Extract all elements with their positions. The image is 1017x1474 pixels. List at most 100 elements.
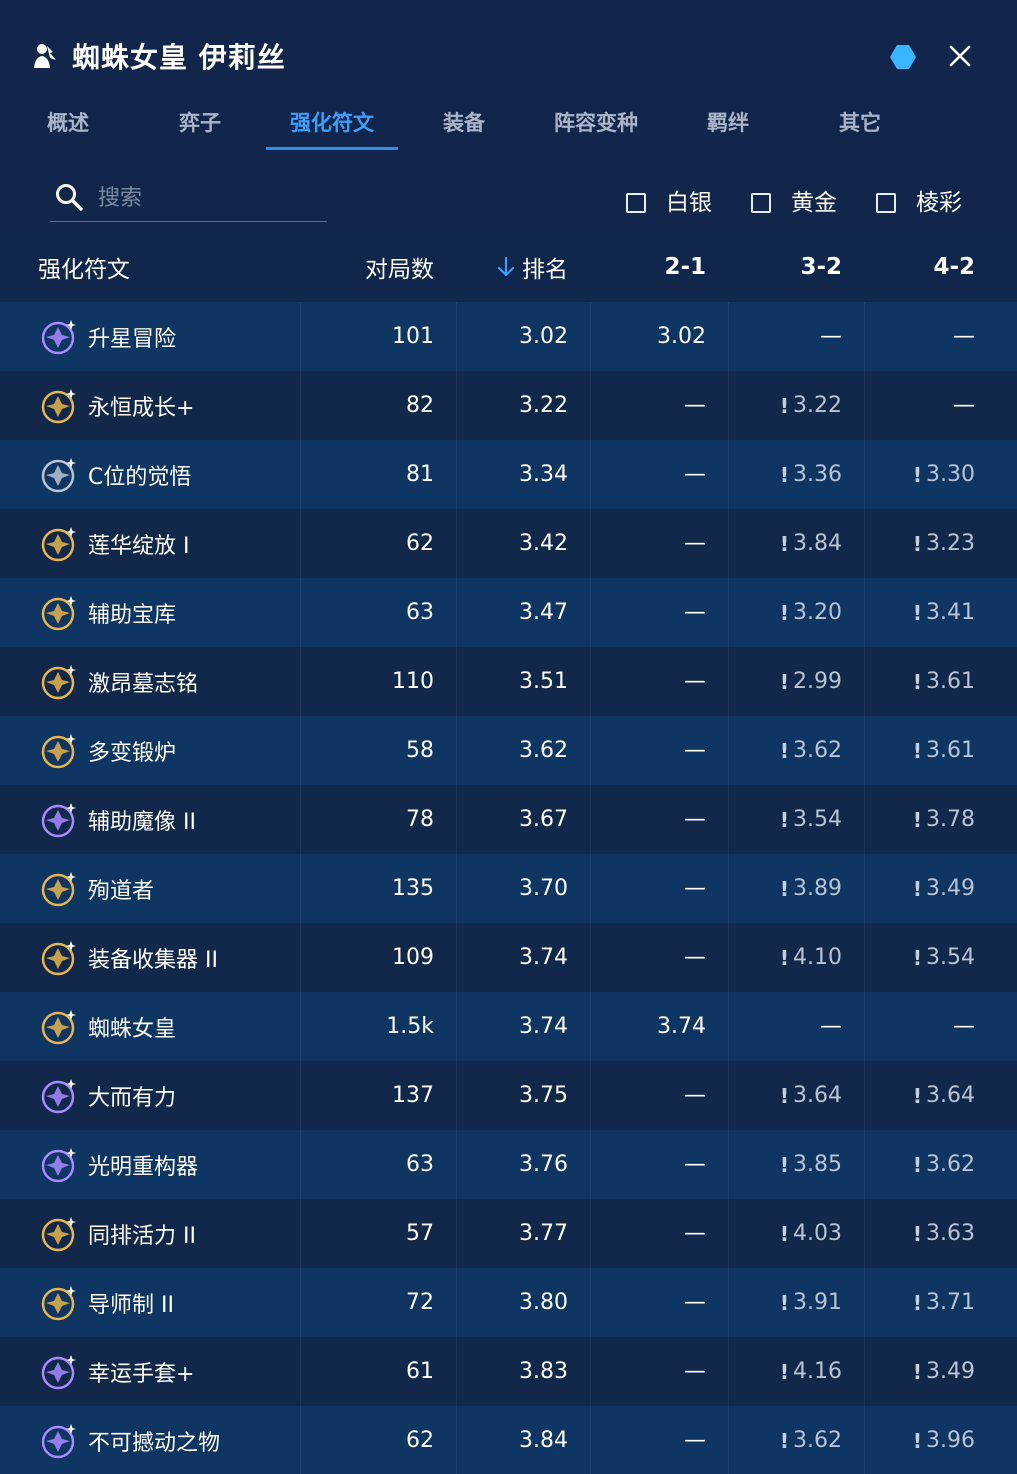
rank-cell: 3.47 xyxy=(456,578,590,647)
close-icon[interactable] xyxy=(946,42,974,70)
stage-3-2-cell-value: — xyxy=(820,1014,842,1039)
header-augment[interactable]: 强化符文 xyxy=(0,232,300,302)
table-row[interactable]: 幸运手套+ 61 3.83—! 4.16! 3.49 xyxy=(0,1337,1017,1406)
tab-units[interactable]: 弈子 xyxy=(134,100,266,150)
column-divider xyxy=(300,1061,301,1130)
filter-prismatic[interactable]: 棱彩 xyxy=(876,186,976,218)
table-row[interactable]: 殉道者 135 3.70—! 3.89! 3.49 xyxy=(0,854,1017,923)
table-row[interactable]: 莲华绽放 I 62 3.42—! 3.84! 3.23 xyxy=(0,509,1017,578)
games-cell-value: 137 xyxy=(392,1083,434,1108)
column-divider xyxy=(590,578,591,647)
column-divider xyxy=(590,440,591,509)
low-sample-warning-icon: ! xyxy=(912,738,923,763)
low-sample-warning-icon: ! xyxy=(779,738,790,763)
tab-comp-variants[interactable]: 阵容变种 xyxy=(530,100,662,150)
table-row[interactable]: 不可撼动之物 62 3.84—! 3.62! 3.96 xyxy=(0,1406,1017,1474)
augment-cell: 殉道者 xyxy=(0,854,300,923)
column-divider xyxy=(456,1199,457,1268)
stage-4-2-cell-value: 3.64 xyxy=(926,1083,975,1108)
column-divider xyxy=(728,440,729,509)
stage-2-1-cell-value: — xyxy=(684,1428,706,1453)
stage-2-1-cell: — xyxy=(590,785,728,854)
support-golem-icon xyxy=(41,802,76,837)
column-divider xyxy=(864,1268,865,1337)
table-row[interactable]: C位的觉悟 81 3.34—! 3.36! 3.30 xyxy=(0,440,1017,509)
column-divider xyxy=(728,716,729,785)
table-row[interactable]: 大而有力 137 3.75—! 3.64! 3.64 xyxy=(0,1061,1017,1130)
column-divider xyxy=(456,509,457,578)
rank-cell-value: 3.47 xyxy=(519,600,568,625)
table-row[interactable]: 永恒成长+ 82 3.22—! 3.22— xyxy=(0,371,1017,440)
low-sample-warning-icon: ! xyxy=(779,807,790,832)
games-cell: 62 xyxy=(300,1406,456,1474)
stage-2-1-cell: — xyxy=(590,1130,728,1199)
table-row[interactable]: 同排活力 II 57 3.77—! 4.03! 3.63 xyxy=(0,1199,1017,1268)
stage-4-2-cell-value: — xyxy=(953,393,975,418)
table-row[interactable]: 导师制 II 72 3.80—! 3.91! 3.71 xyxy=(0,1268,1017,1337)
tab-traits[interactable]: 羁绊 xyxy=(662,100,794,150)
rank-cell-value: 3.62 xyxy=(519,738,568,763)
header-rank[interactable]: 排名 xyxy=(456,232,590,302)
table-row[interactable]: 辅助魔像 II 78 3.67—! 3.54! 3.78 xyxy=(0,785,1017,854)
silver-checkbox[interactable] xyxy=(626,193,646,213)
stage-4-2-cell-value: 3.61 xyxy=(926,738,975,763)
tab-augments[interactable]: 强化符文 xyxy=(266,100,398,150)
panel-header: 蜘蛛女皇 伊莉丝 xyxy=(0,0,1017,100)
table-row[interactable]: 蜘蛛女皇 1.5k 3.74 3.74 — — xyxy=(0,992,1017,1061)
column-divider xyxy=(456,1268,457,1337)
column-divider xyxy=(728,302,729,371)
column-divider xyxy=(456,1130,457,1199)
column-divider xyxy=(728,1268,729,1337)
table-row[interactable]: 辅助宝库 63 3.47—! 3.20! 3.41 xyxy=(0,578,1017,647)
search-bar xyxy=(50,174,327,222)
header-stage-3-2[interactable]: 3-2 xyxy=(728,232,864,302)
stage-2-1-cell: — xyxy=(590,440,728,509)
rank-cell: 3.62 xyxy=(456,716,590,785)
low-sample-warning-icon: ! xyxy=(779,1152,790,1177)
table-row[interactable]: 装备收集器 II 109 3.74—! 4.10! 3.54 xyxy=(0,923,1017,992)
search-input[interactable] xyxy=(98,178,318,218)
games-cell: 57 xyxy=(300,1199,456,1268)
header-stage-2-1[interactable]: 2-1 xyxy=(590,232,728,302)
stage-3-2-cell: — xyxy=(728,302,864,371)
stage-4-2-cell: ! 3.61 xyxy=(864,716,1017,785)
table-row[interactable]: 升星冒险 101 3.02 3.02 — — xyxy=(0,302,1017,371)
augment-name: 幸运手套+ xyxy=(88,1361,195,1387)
prismatic-checkbox[interactable] xyxy=(876,193,896,213)
games-cell: 58 xyxy=(300,716,456,785)
augment-name: 导师制 II xyxy=(88,1292,174,1318)
tab-overview[interactable]: 概述 xyxy=(2,100,134,150)
games-cell-value: 57 xyxy=(406,1221,434,1246)
gold-checkbox[interactable] xyxy=(751,193,771,213)
stage-3-2-cell: ! 3.36 xyxy=(728,440,864,509)
header-stage-4-2[interactable]: 4-2 xyxy=(864,232,1017,302)
filter-silver[interactable]: 白银 xyxy=(626,186,726,218)
stage-2-1-cell-value: — xyxy=(684,1221,706,1246)
column-divider xyxy=(728,371,729,440)
stage-4-2-cell-value: 3.30 xyxy=(926,462,975,487)
header-games[interactable]: 对局数 xyxy=(300,232,456,302)
tab-other[interactable]: 其它 xyxy=(794,100,926,150)
stage-4-2-cell: ! 3.71 xyxy=(864,1268,1017,1337)
low-sample-warning-icon: ! xyxy=(912,1428,923,1453)
stage-3-2-cell: ! 3.85 xyxy=(728,1130,864,1199)
table-row[interactable]: 光明重构器 63 3.76—! 3.85! 3.62 xyxy=(0,1130,1017,1199)
rank-cell: 3.75 xyxy=(456,1061,590,1130)
table-row[interactable]: 激昂墓志铭 110 3.51—! 2.99! 3.61 xyxy=(0,647,1017,716)
games-cell-value: 82 xyxy=(406,393,434,418)
table-row[interactable]: 多变锻炉 58 3.62—! 3.62! 3.61 xyxy=(0,716,1017,785)
tab-items[interactable]: 装备 xyxy=(398,100,530,150)
stage-2-1-cell-value: — xyxy=(684,393,706,418)
stage-3-2-cell-value: 3.62 xyxy=(793,1428,842,1453)
stage-4-2-cell: ! 3.61 xyxy=(864,647,1017,716)
games-cell: 1.5k xyxy=(300,992,456,1061)
rank-cell: 3.83 xyxy=(456,1337,590,1406)
augment-name: 蜘蛛女皇 xyxy=(88,1016,177,1042)
stage-3-2-cell: ! 3.20 xyxy=(728,578,864,647)
stage-4-2-cell-value: 3.61 xyxy=(926,669,975,694)
low-sample-warning-icon: ! xyxy=(912,462,923,487)
games-cell-value: 63 xyxy=(406,600,434,625)
filter-gold[interactable]: 黄金 xyxy=(751,186,851,218)
rank-cell: 3.84 xyxy=(456,1406,590,1474)
column-divider xyxy=(300,371,301,440)
